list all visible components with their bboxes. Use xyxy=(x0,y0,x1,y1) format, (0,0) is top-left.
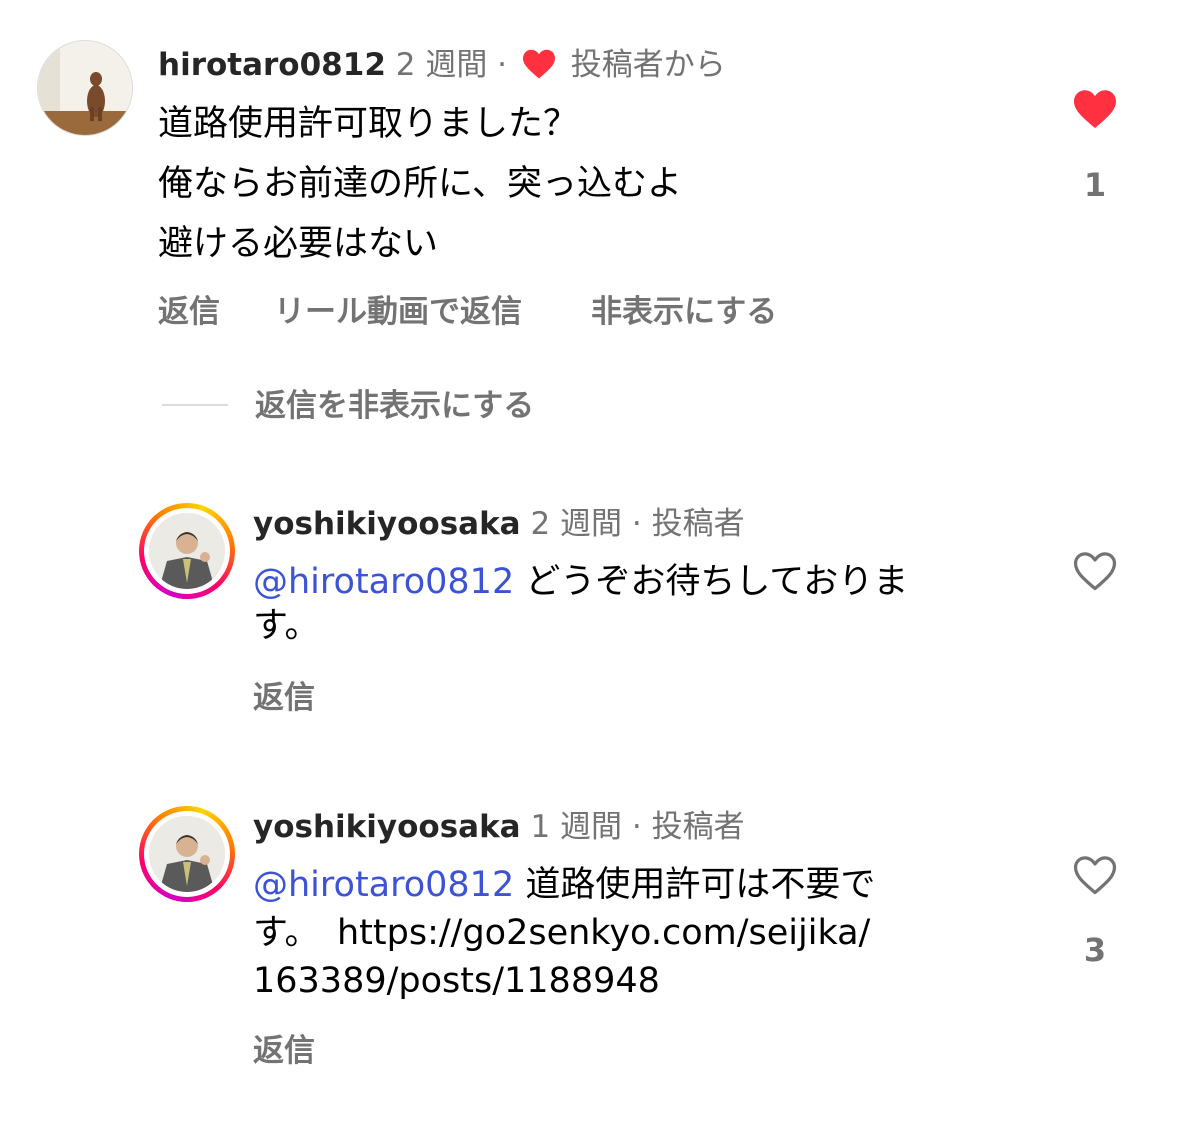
reply: yoshikiyoosaka 2 週間 · 投稿者 @hirotaro0812 … xyxy=(0,490,1179,730)
like-count: 1 xyxy=(1083,166,1107,204)
divider-line xyxy=(162,404,228,406)
heart-outline-icon[interactable] xyxy=(1072,550,1118,592)
reply-line: す。 xyxy=(253,606,320,646)
comment-line: 道路使用許可取りました？ xyxy=(158,104,579,144)
dog-photo-icon xyxy=(38,41,132,135)
reply-button[interactable]: 返信 xyxy=(253,1031,315,1071)
reply-text: 道路使用許可は不要で xyxy=(514,865,876,905)
hide-replies-button[interactable]: 返信を非表示にする xyxy=(255,386,534,426)
reel-reply-button[interactable]: リール動画で返信 xyxy=(274,292,522,332)
reply-text: どうぞお待ちしておりま xyxy=(514,562,909,602)
timestamp: 1 週間 · 投稿者 xyxy=(530,809,745,845)
creator-like-label: 投稿者から xyxy=(570,47,726,83)
username[interactable]: yoshikiyoosaka xyxy=(253,506,521,542)
comment-line: 俺ならお前達の所に、突っ込むよ xyxy=(158,164,682,204)
heart-filled-icon[interactable] xyxy=(1072,88,1118,130)
avatar-story-ring[interactable] xyxy=(139,503,235,599)
username[interactable]: yoshikiyoosaka xyxy=(253,809,521,845)
reply-line: 163389/posts/1188948 xyxy=(253,961,660,1001)
heart-outline-icon[interactable] xyxy=(1072,854,1118,896)
reply-button[interactable]: 返信 xyxy=(158,292,220,332)
avatar[interactable] xyxy=(37,40,133,136)
hide-button[interactable]: 非表示にする xyxy=(591,292,777,332)
username[interactable]: hirotaro0812 xyxy=(158,47,386,83)
man-photo-icon xyxy=(149,816,225,892)
comment-meta: hirotaro0812 2 週間 · 投稿者から xyxy=(158,45,726,85)
mention-link[interactable]: @hirotaro0812 xyxy=(253,865,514,905)
reply: yoshikiyoosaka 1 週間 · 投稿者 @hirotaro0812 … xyxy=(0,793,1179,1093)
timestamp: 2 週間 · 投稿者 xyxy=(530,506,745,542)
like-count: 3 xyxy=(1083,931,1107,969)
reply-button[interactable]: 返信 xyxy=(253,678,315,718)
reply-line: @hirotaro0812 どうぞお待ちしておりま xyxy=(253,552,908,612)
avatar-story-ring[interactable] xyxy=(139,806,235,902)
timestamp: 2 週間 · xyxy=(395,47,508,83)
heart-filled-icon xyxy=(521,48,557,80)
comment-line: 避ける必要はない xyxy=(158,224,439,264)
comment: hirotaro0812 2 週間 · 投稿者から 道路使用許可取りました？ 俺… xyxy=(0,0,1179,360)
man-photo-icon xyxy=(149,513,225,589)
reply-meta: yoshikiyoosaka 2 週間 · 投稿者 xyxy=(253,504,745,544)
reply-meta: yoshikiyoosaka 1 週間 · 投稿者 xyxy=(253,807,745,847)
